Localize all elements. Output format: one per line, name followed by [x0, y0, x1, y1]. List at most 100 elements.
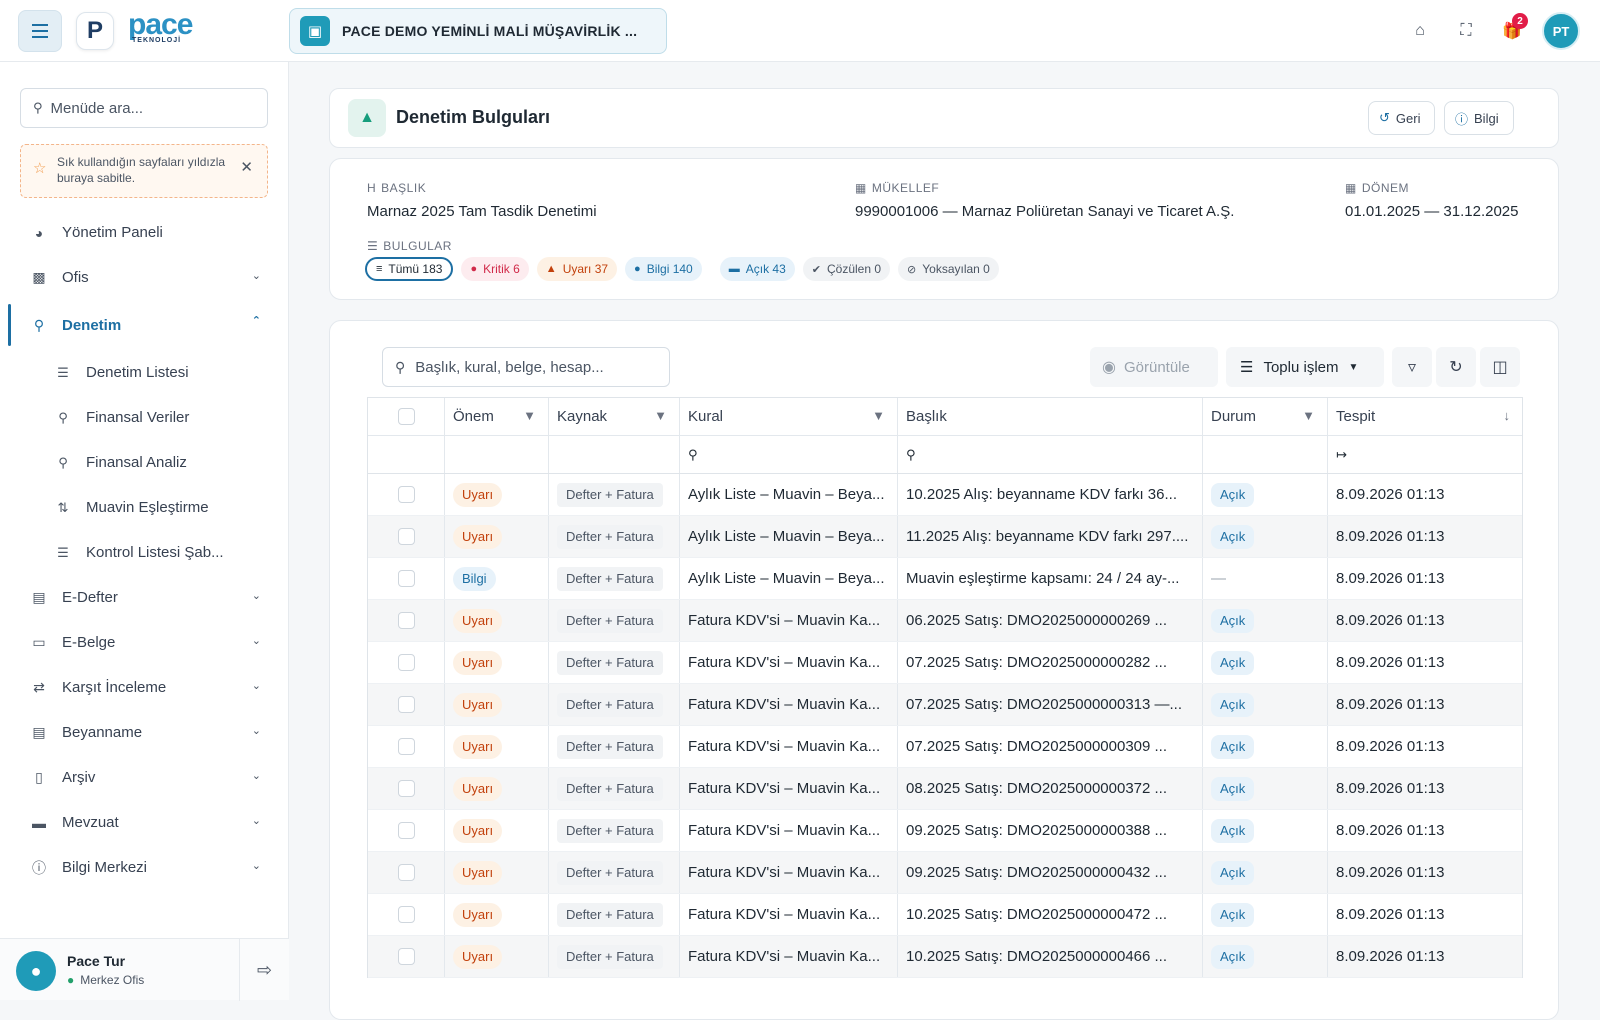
fullscreen-icon[interactable]: ⛶: [1446, 11, 1486, 51]
table-row[interactable]: Uyarı Defter + Fatura Fatura KDV'si – Muav…: [368, 894, 1522, 936]
detected-cell: 8.09.2026 01:13: [1328, 474, 1522, 515]
chip-resolved[interactable]: ✔ Çözülen 0: [802, 257, 891, 281]
columns-button[interactable]: ◫: [1480, 347, 1520, 387]
column-header-label: Tespit: [1336, 408, 1376, 425]
severity-cell: Uyarı: [445, 516, 549, 557]
filter-icon[interactable]: ▼: [1302, 408, 1315, 423]
status-cell: —: [1203, 558, 1328, 599]
gift-icon[interactable]: 🎁 2: [1492, 11, 1532, 51]
row-checkbox[interactable]: [397, 948, 415, 965]
filter-cell-detected[interactable]: ↦: [1328, 436, 1522, 473]
filter-icon[interactable]: ▼: [523, 408, 536, 423]
refresh-button[interactable]: ↻: [1436, 347, 1476, 387]
table-row[interactable]: Uyarı Defter + Fatura Fatura KDV'si – Muav…: [368, 600, 1522, 642]
sidebar-item-mevzuat[interactable]: ▬ Mevzuat ⌄: [0, 800, 289, 845]
column-header-title[interactable]: Başlık: [898, 398, 1203, 435]
row-checkbox[interactable]: [397, 738, 415, 755]
row-checkbox[interactable]: [397, 654, 415, 671]
date-range-icon: ↦: [1336, 446, 1347, 462]
table-search-input[interactable]: ⚲ Başlık, kural, belge, hesap...: [382, 347, 670, 387]
sidebar-item-e-belge[interactable]: ▭ E-Belge ⌄: [0, 620, 289, 665]
filter-cell-title[interactable]: ⚲: [898, 436, 1203, 473]
sidebar-item-arsiv[interactable]: ▯ Arşiv ⌄: [0, 755, 289, 800]
table-row[interactable]: Uyarı Defter + Fatura Fatura KDV'si – Muav…: [368, 810, 1522, 852]
column-header-source[interactable]: Kaynak ▼: [549, 398, 680, 435]
sidebar-subitem-finansal-analiz[interactable]: ⚲ Finansal Analiz: [0, 440, 289, 485]
sidebar-subitem-denetim-listesi[interactable]: ☰ Denetim Listesi: [0, 350, 289, 395]
table-row[interactable]: Uyarı Defter + Fatura Fatura KDV'si – Muav…: [368, 726, 1522, 768]
logout-button[interactable]: ⇨: [239, 939, 289, 1001]
chip-info[interactable]: ● Bilgi 140: [625, 257, 702, 281]
user-avatar[interactable]: PT: [1542, 12, 1580, 50]
sidebar-item-ofis[interactable]: ▩ Ofis ⌄: [0, 255, 289, 300]
menu-search-input[interactable]: ⚲ Menüde ara...: [20, 88, 268, 128]
severity-cell: Uyarı: [445, 852, 549, 893]
title-text: 07.2025 Satış: DMO2025000000309 ...: [906, 738, 1168, 755]
column-header-status[interactable]: Durum ▼: [1203, 398, 1328, 435]
sidebar-item-yonetim-paneli[interactable]: ◕ Yönetim Paneli: [0, 210, 289, 255]
row-checkbox[interactable]: [397, 612, 415, 629]
clear-filter-button[interactable]: ▿: [1392, 347, 1432, 387]
view-button-label: Görüntüle: [1123, 358, 1190, 376]
filter-icon[interactable]: ▼: [654, 408, 667, 423]
column-header-rule[interactable]: Kural ▼: [680, 398, 898, 435]
user-icon[interactable]: ●: [16, 951, 56, 991]
row-checkbox[interactable]: [397, 696, 415, 713]
sidebar-item-beyanname[interactable]: ▤ Beyanname ⌄: [0, 710, 289, 755]
filter-icon[interactable]: ▼: [872, 408, 885, 423]
sidebar-subitem-kontrol-listesi[interactable]: ☰ Kontrol Listesi Şab...: [0, 530, 289, 575]
list-icon: ☰: [57, 364, 69, 380]
table-row[interactable]: Uyarı Defter + Fatura Aylık Liste – Muavin…: [368, 516, 1522, 558]
rule-text: Fatura KDV'si – Muavin Ka...: [688, 654, 881, 671]
view-button[interactable]: ◉ Görüntüle: [1090, 347, 1218, 387]
row-checkbox[interactable]: [397, 906, 415, 923]
severity-badge: Uyarı: [453, 818, 503, 843]
chip-ignored[interactable]: ⊘ Yoksayılan 0: [898, 257, 999, 281]
table-row[interactable]: Uyarı Defter + Fatura Fatura KDV'si – Muav…: [368, 768, 1522, 810]
row-checkbox[interactable]: [397, 570, 415, 587]
table-row[interactable]: Uyarı Defter + Fatura Fatura KDV'si – Muav…: [368, 852, 1522, 894]
sidebar-subitem-muavin-eslestirme[interactable]: ⇅ Muavin Eşleştirme: [0, 485, 289, 530]
sidebar-item-karsit-inceleme[interactable]: ⇄ Karşıt İnceleme ⌄: [0, 665, 289, 710]
table-row[interactable]: Uyarı Defter + Fatura Aylık Liste – Muavin…: [368, 474, 1522, 516]
home-icon[interactable]: ⌂: [1400, 11, 1440, 51]
close-icon[interactable]: ✕: [240, 160, 253, 176]
chevron-up-icon: ⌃: [251, 315, 261, 327]
select-all-checkbox[interactable]: [397, 408, 415, 425]
table-row[interactable]: Uyarı Defter + Fatura Fatura KDV'si – Muav…: [368, 684, 1522, 726]
table-row[interactable]: Bilgi Defter + Fatura Aylık Liste – Muavin…: [368, 558, 1522, 600]
info-button[interactable]: ⓘ Bilgi: [1444, 101, 1514, 135]
column-header-severity[interactable]: Önem ▼: [445, 398, 549, 435]
chip-open[interactable]: ▬ Açık 43: [719, 257, 795, 281]
sidebar-subitem-finansal-veriler[interactable]: ⚲ Finansal Veriler: [0, 395, 289, 440]
sidebar-item-denetim[interactable]: ⚲ Denetim ⌃: [0, 300, 289, 350]
sidebar-item-e-defter[interactable]: ▤ E-Defter ⌄: [0, 575, 289, 620]
period-label-text: DÖNEM: [1361, 181, 1410, 195]
table-row[interactable]: Uyarı Defter + Fatura Fatura KDV'si – Muav…: [368, 936, 1522, 978]
column-header-label: Kaynak: [557, 408, 608, 425]
chip-critical[interactable]: ● Kritik 6: [461, 257, 529, 281]
chip-ignored-label: Yoksayılan 0: [922, 262, 990, 276]
back-button[interactable]: ↺ Geri: [1368, 101, 1436, 135]
bulk-action-dropdown[interactable]: ☰ Toplu işlem ▼: [1226, 347, 1384, 387]
row-checkbox[interactable]: [397, 864, 415, 881]
table-row[interactable]: Uyarı Defter + Fatura Fatura KDV'si – Muav…: [368, 642, 1522, 684]
company-selector[interactable]: ▣ PACE DEMO YEMİNLİ MALİ MÜŞAVİRLİK ...: [289, 8, 667, 54]
search-icon: ⚲: [688, 446, 698, 462]
chip-all[interactable]: ≡ Tümü 183: [365, 257, 454, 281]
row-checkbox[interactable]: [397, 486, 415, 503]
row-checkbox[interactable]: [397, 822, 415, 839]
sort-desc-icon[interactable]: ↓: [1504, 408, 1511, 423]
detected-cell: 8.09.2026 01:13: [1328, 894, 1522, 935]
filter-cell-rule[interactable]: ⚲: [680, 436, 898, 473]
menu-toggle-button[interactable]: [18, 10, 62, 52]
chip-warning[interactable]: ▲ Uyarı 37: [536, 257, 618, 281]
rule-cell: Fatura KDV'si – Muavin Ka...: [680, 684, 898, 725]
row-checkbox[interactable]: [397, 780, 415, 797]
audit-title: Marnaz 2025 Tam Tasdik Denetimi: [367, 203, 597, 220]
column-header-detected[interactable]: Tespit ↓: [1328, 398, 1522, 435]
logo-word: pace: [128, 8, 193, 41]
sidebar-subitem-label: Kontrol Listesi Şab...: [86, 544, 224, 561]
row-checkbox[interactable]: [397, 528, 415, 545]
sidebar-item-bilgi-merkezi[interactable]: ⓘ Bilgi Merkezi ⌄: [0, 845, 289, 890]
